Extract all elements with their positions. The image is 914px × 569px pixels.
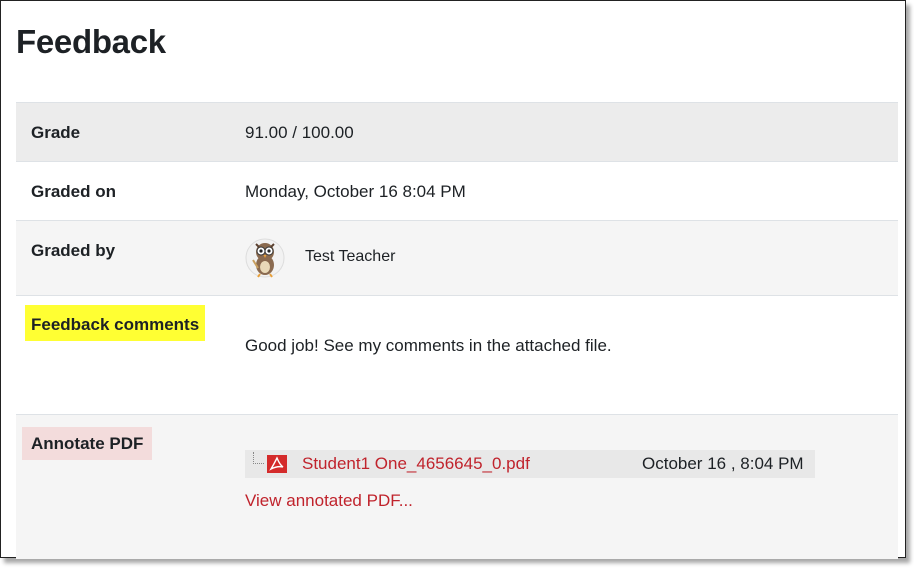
pdf-file-link[interactable]: Student1 One_4656645_0.pdf (302, 454, 530, 474)
file-tree-item: Student1 One_4656645_0.pdf October 16 , … (245, 450, 815, 478)
feedback-panel: Feedback Grade 91.00 / 100.00 Graded on … (0, 0, 906, 559)
feedback-comments-label: Feedback comments (25, 305, 206, 341)
feedback-comments-text: Good job! See my comments in the attache… (245, 336, 612, 355)
graded-on-row: Graded on Monday, October 16 8:04 PM (16, 161, 898, 220)
annotate-pdf-row: Annotate PDF Student1 One_4656645_0.pdf … (16, 414, 898, 559)
tree-connector (253, 452, 264, 464)
graded-on-label: Graded on (31, 182, 117, 201)
grade-row: Grade 91.00 / 100.00 (16, 102, 898, 161)
view-annotated-pdf-link[interactable]: View annotated PDF... (245, 491, 413, 511)
grade-label: Grade (31, 123, 81, 142)
pdf-icon (267, 455, 287, 473)
grade-value: 91.00 / 100.00 (245, 123, 354, 142)
feedback-comments-row: Feedback comments Good job! See my comme… (16, 295, 898, 414)
graded-by-label: Graded by (31, 241, 116, 260)
teacher-name[interactable]: Test Teacher (305, 248, 395, 266)
annotate-pdf-label: Annotate PDF (22, 427, 153, 460)
feedback-table: Grade 91.00 / 100.00 Graded on Monday, O… (16, 102, 898, 559)
graded-on-value: Monday, October 16 8:04 PM (245, 182, 466, 201)
page-title: Feedback (16, 23, 166, 60)
owl-teacher-avatar[interactable] (245, 238, 285, 278)
file-date: October 16 , 8:04 PM (642, 454, 804, 473)
graded-by-row: Graded by Test Teacher (16, 220, 898, 295)
